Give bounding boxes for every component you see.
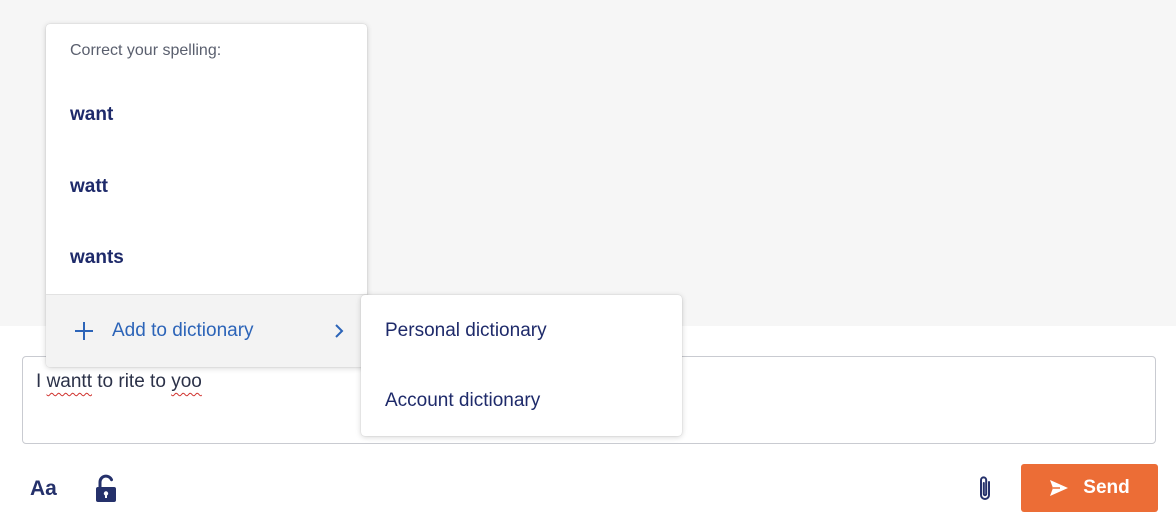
add-to-dictionary-label: Add to dictionary <box>112 320 254 341</box>
composer-toolbar: Aa Send <box>0 460 1176 522</box>
add-to-dictionary-item[interactable]: Add to dictionary <box>46 294 367 367</box>
misspelled-word[interactable]: yoo <box>171 371 202 392</box>
account-dictionary-item[interactable]: Account dictionary <box>361 366 682 436</box>
composer-text[interactable]: I wantt to rite to yoo <box>36 371 202 393</box>
spelling-suggestion[interactable]: want <box>46 85 367 145</box>
plus-icon <box>75 322 93 340</box>
chevron-right-icon <box>335 324 344 338</box>
personal-dictionary-item[interactable]: Personal dictionary <box>361 296 682 366</box>
composer-text-segment: to rite to <box>91 371 172 392</box>
spelling-suggestion[interactable]: wants <box>46 228 367 288</box>
text-format-button[interactable]: Aa <box>30 477 57 501</box>
send-button-label: Send <box>1083 477 1130 498</box>
dictionary-submenu: Personal dictionary Account dictionary <box>361 295 682 436</box>
send-button[interactable]: Send <box>1021 464 1158 512</box>
paper-plane-icon <box>1050 480 1069 496</box>
paperclip-icon[interactable] <box>974 474 998 504</box>
unlocked-padlock-icon[interactable] <box>94 474 118 504</box>
spelling-menu-header: Correct your spelling: <box>70 42 222 59</box>
spelling-suggestion[interactable]: watt <box>46 157 367 217</box>
misspelled-word[interactable]: wantt <box>47 371 92 392</box>
spelling-suggestions-menu: Correct your spelling: want watt wants A… <box>46 24 367 367</box>
composer-text-segment: I <box>36 371 47 392</box>
